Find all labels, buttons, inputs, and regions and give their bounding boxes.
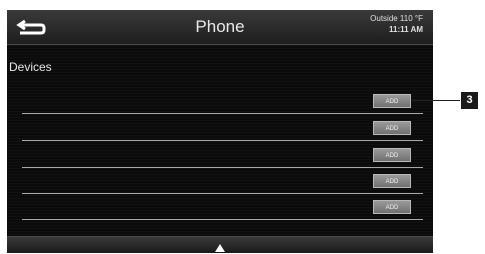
device-slot-5: ADD <box>22 193 423 220</box>
header-bar: Phone Outside 110 °F 11:11 AM <box>7 10 433 45</box>
add-button-1[interactable]: ADD <box>373 94 411 108</box>
add-button-4[interactable]: ADD <box>373 174 411 188</box>
add-button-3[interactable]: ADD <box>373 148 411 162</box>
clock: 11:11 AM <box>389 25 423 34</box>
device-slot-3: ADD <box>22 141 423 168</box>
callout-leader-line <box>412 100 460 101</box>
phone-screen: Phone Outside 110 °F 11:11 AM Devices AD… <box>7 10 433 253</box>
bottom-bar <box>7 236 433 253</box>
device-slot-4: ADD <box>22 167 423 194</box>
add-button-5[interactable]: ADD <box>373 200 411 214</box>
page-title: Phone <box>195 17 245 36</box>
device-slot-2: ADD <box>22 114 423 141</box>
triangle-up-icon <box>215 244 225 252</box>
add-button-2[interactable]: ADD <box>373 121 411 135</box>
device-slot-1: ADD <box>22 87 423 114</box>
scroll-up-button[interactable] <box>214 240 226 252</box>
status-readout: Outside 110 °F 11:11 AM <box>370 13 423 35</box>
callout-marker: 3 <box>461 92 478 109</box>
section-title: Devices <box>9 60 52 74</box>
outside-temperature: Outside 110 °F <box>370 14 423 23</box>
